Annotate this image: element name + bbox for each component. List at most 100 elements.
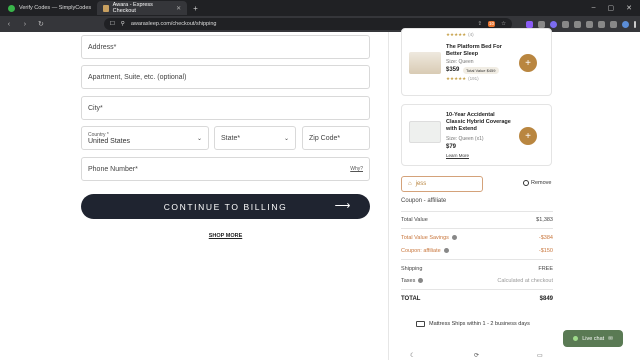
- remove-coupon-button[interactable]: Remove: [523, 180, 551, 186]
- bed-image: [409, 52, 441, 74]
- star-icon[interactable]: ☆: [501, 21, 506, 27]
- info-icon[interactable]: [451, 235, 457, 241]
- apartment-field[interactable]: Apartment, Suite, etc. (optional): [81, 65, 370, 89]
- tab-verify-codes[interactable]: Verify Codes — SimplyCodes: [2, 1, 97, 15]
- country-value: United States: [88, 137, 131, 145]
- minimize-icon[interactable]: –: [592, 4, 596, 12]
- tab-label: Verify Codes — SimplyCodes: [19, 5, 92, 11]
- chevron-down-icon: ⌄: [196, 136, 202, 142]
- phone-placeholder: Phone Number*: [88, 165, 138, 173]
- arrow-right-icon: ⟶: [334, 200, 352, 212]
- online-dot-icon: [573, 336, 579, 341]
- new-tab-button[interactable]: +: [187, 4, 204, 13]
- divider: [401, 211, 553, 212]
- phone-field[interactable]: Phone Number* Why?: [81, 157, 370, 181]
- product-price: $359: [446, 67, 460, 73]
- summary-row-taxes: Taxes Calculated at checkout: [401, 278, 553, 284]
- box-icon: ▭: [537, 353, 543, 359]
- continue-label: CONTINUE TO BILLING: [163, 201, 288, 212]
- site-info-icon[interactable]: ⚲: [121, 21, 125, 27]
- summary-row-total-value: Total Value $1,383: [401, 217, 553, 223]
- state-placeholder: State*: [221, 134, 241, 142]
- live-chat-label: Live chat: [582, 335, 605, 342]
- continue-to-billing-button[interactable]: CONTINUE TO BILLING ⟶: [81, 194, 370, 219]
- star-rating: ★★★★★ (4): [446, 32, 474, 37]
- profile-avatar[interactable]: [622, 20, 629, 28]
- extension-icon[interactable]: [586, 20, 593, 28]
- coupon-label: Coupon - affiliate: [401, 198, 447, 204]
- row-label: Total Value Savings: [401, 235, 449, 241]
- url-text: awarasleep.com/checkout/shipping: [130, 21, 217, 27]
- product-size: Size: Queen: [446, 59, 474, 65]
- row-value: Calculated at checkout: [497, 278, 553, 284]
- country-select[interactable]: Country * United States ⌄: [81, 126, 209, 150]
- add-product-button[interactable]: +: [519, 127, 537, 145]
- extension-icon[interactable]: [538, 20, 545, 28]
- row-value: -$384: [538, 235, 553, 241]
- row-label: Total Value: [401, 217, 428, 223]
- info-icon[interactable]: [443, 248, 449, 254]
- row-label: TOTAL: [401, 296, 421, 302]
- zip-field[interactable]: Zip Code*: [302, 126, 370, 150]
- reload-icon[interactable]: ↻: [36, 20, 46, 28]
- address-placeholder: Address*: [88, 43, 117, 51]
- coupon-code: jess: [415, 181, 427, 187]
- shipping-note: Mattress Ships within 1 - 2 business day…: [416, 321, 530, 327]
- product-name: 10-Year Accidental Classic Hybrid Covera…: [446, 112, 511, 132]
- tab-awara-checkout[interactable]: Awara - Express Checkout ✕: [97, 1, 188, 15]
- puzzle-icon[interactable]: [598, 20, 605, 28]
- maximize-icon[interactable]: ▢: [608, 4, 615, 12]
- extension-icon[interactable]: [550, 20, 557, 28]
- divider: [401, 228, 553, 229]
- extension-icon[interactable]: [562, 20, 569, 28]
- why-link[interactable]: Why?: [350, 166, 363, 172]
- forward-icon[interactable]: ›: [20, 21, 30, 28]
- row-value: $849: [539, 296, 553, 302]
- menu-icon[interactable]: [634, 20, 636, 28]
- truck-icon: [416, 321, 425, 327]
- city-placeholder: City*: [88, 104, 103, 112]
- summary-row-shipping: Shipping FREE: [401, 266, 553, 272]
- star-rating: ★★★★★ (191): [446, 76, 479, 81]
- extension-badge-icon[interactable]: 10: [488, 21, 496, 27]
- share-icon[interactable]: ⇪: [477, 21, 482, 27]
- chevron-down-icon: ⌄: [283, 136, 289, 142]
- apartment-placeholder: Apartment, Suite, etc. (optional): [88, 73, 187, 81]
- add-product-button[interactable]: +: [519, 54, 537, 72]
- awara-favicon-icon: [103, 4, 109, 12]
- close-window-icon[interactable]: ✕: [626, 4, 632, 12]
- extension-a-icon[interactable]: [526, 20, 533, 28]
- check-icon: [8, 4, 15, 12]
- product-name: The Platform Bed For Better Sleep: [446, 44, 502, 57]
- shield-icon: [409, 121, 441, 143]
- sidebar-icon[interactable]: [610, 20, 617, 28]
- browser-tab-bar: Verify Codes — SimplyCodes Awara - Expre…: [0, 0, 640, 16]
- extension-icon[interactable]: [574, 20, 581, 28]
- close-icon[interactable]: ✕: [176, 5, 181, 12]
- divider: [401, 259, 553, 260]
- bookmark-icon[interactable]: ☐: [110, 21, 115, 27]
- learn-more-link[interactable]: Learn More: [446, 153, 469, 158]
- summary-row-savings: Total Value Savings -$384: [401, 235, 553, 241]
- product-price: $79: [446, 144, 457, 150]
- shop-more-link[interactable]: SHOP MORE: [81, 233, 370, 239]
- live-chat-button[interactable]: Live chat ✉: [563, 330, 623, 347]
- extensions-area: [526, 20, 636, 28]
- row-label: Coupon: affiliate: [401, 248, 441, 254]
- row-label: Shipping: [401, 266, 423, 272]
- state-select[interactable]: State* ⌄: [214, 126, 296, 150]
- remove-icon: [523, 180, 529, 186]
- chat-bubble-icon: ✉: [608, 335, 613, 342]
- divider: [401, 289, 553, 290]
- address-field[interactable]: Address*: [81, 35, 370, 59]
- moon-icon: ☾: [410, 353, 416, 359]
- summary-row-coupon: Coupon: affiliate -$150: [401, 248, 553, 254]
- review-count: (191): [468, 76, 479, 81]
- info-icon[interactable]: [418, 278, 424, 284]
- product-size: Size: Queen (x1): [446, 136, 484, 142]
- tab-label: Awara - Express Checkout: [112, 2, 153, 14]
- back-icon[interactable]: ‹: [4, 21, 14, 28]
- city-field[interactable]: City*: [81, 96, 370, 120]
- total-value-badge: Total Value $459: [463, 67, 499, 74]
- shipping-note-text: Mattress Ships within 1 - 2 business day…: [429, 321, 530, 327]
